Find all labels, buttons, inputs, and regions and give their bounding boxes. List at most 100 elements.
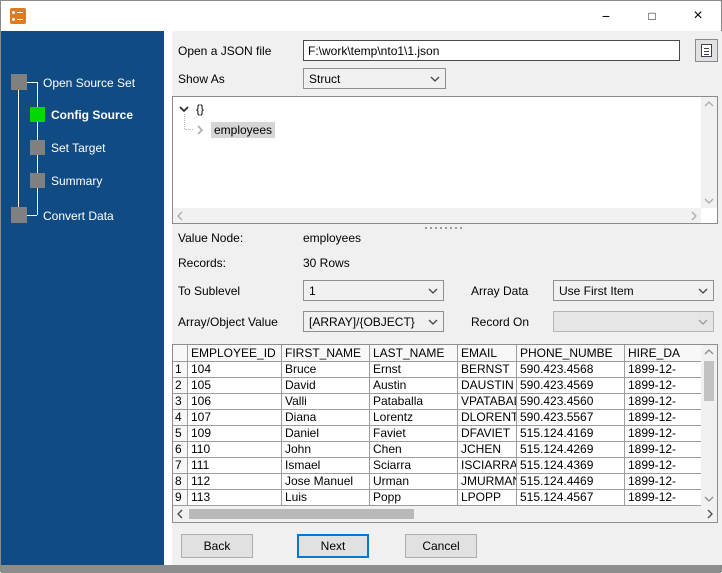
sidebar-step-convert-data: Convert Data bbox=[43, 209, 114, 223]
next-button[interactable]: Next bbox=[297, 534, 369, 558]
step-connector-bottom bbox=[27, 215, 37, 216]
row-number: 4 bbox=[173, 410, 188, 426]
table-cell: LPOPP bbox=[458, 490, 517, 506]
record-on-select[interactable] bbox=[553, 311, 714, 332]
table-cell: Luis bbox=[282, 490, 370, 506]
column-header[interactable]: HIRE_DA bbox=[625, 345, 701, 362]
row-number: 8 bbox=[173, 474, 188, 490]
scrollbar-thumb[interactable] bbox=[189, 509, 414, 519]
chevron-down-icon bbox=[698, 288, 708, 294]
table-cell: 590.423.4568 bbox=[517, 362, 625, 378]
scroll-right-icon[interactable] bbox=[691, 211, 697, 221]
scroll-right-icon[interactable] bbox=[707, 509, 713, 519]
table-cell: ISCIARRA bbox=[458, 458, 517, 474]
step-connector-vertical-outer bbox=[18, 90, 19, 207]
scroll-up-icon[interactable] bbox=[704, 101, 714, 107]
splitter-handle[interactable] bbox=[425, 227, 463, 230]
maximize-button[interactable]: □ bbox=[629, 1, 675, 31]
table-cell: 1899-12- bbox=[625, 410, 701, 426]
table-body: 1 104 Bruce Ernst BERNST 590.423.4568 1899-12-… bbox=[173, 362, 701, 506]
cancel-button[interactable]: Cancel bbox=[405, 534, 477, 558]
browse-button[interactable] bbox=[695, 39, 718, 62]
to-sublevel-select[interactable]: 1 bbox=[303, 280, 444, 301]
table-cell: DLORENTZ bbox=[458, 410, 517, 426]
tree-node-employees[interactable]: employees bbox=[197, 122, 276, 138]
sidebar-step-config-source: Config Source bbox=[51, 108, 134, 122]
table-cell: 515.124.4169 bbox=[517, 426, 625, 442]
scroll-left-icon[interactable] bbox=[177, 211, 183, 221]
tree-connector-horizontal bbox=[185, 129, 193, 130]
scrollbar-thumb[interactable] bbox=[704, 361, 714, 401]
table-row[interactable]: 2 105 David Austin DAUSTIN 590.423.4569 1899-1… bbox=[173, 378, 701, 394]
to-sublevel-label: To Sublevel bbox=[178, 284, 241, 298]
tree-vertical-scrollbar[interactable] bbox=[701, 97, 717, 208]
scroll-down-icon[interactable] bbox=[704, 198, 714, 204]
table-row[interactable]: 6 110 John Chen JCHEN 515.124.4269 1899-12- bbox=[173, 442, 701, 458]
table-cell: DFAVIET bbox=[458, 426, 517, 442]
table-cell: 590.423.4569 bbox=[517, 378, 625, 394]
table-row[interactable]: 3 106 Valli Pataballa VPATABAL 590.423.4560 18… bbox=[173, 394, 701, 410]
table-row[interactable]: 8 112 Jose Manuel Urman JMURMAN 515.124.4469 1… bbox=[173, 474, 701, 490]
table-cell: 111 bbox=[188, 458, 282, 474]
array-data-value: Use First Item bbox=[559, 283, 634, 298]
sidebar-step-open-source-set: Open Source Set bbox=[43, 76, 136, 90]
document-icon bbox=[701, 44, 712, 57]
table-cell: 112 bbox=[188, 474, 282, 490]
table-cell: 515.124.4567 bbox=[517, 490, 625, 506]
table-cell: Jose Manuel bbox=[282, 474, 370, 490]
table-cell: Faviet bbox=[370, 426, 458, 442]
data-grid[interactable]: EMPLOYEE_ID FIRST_NAME LAST_NAME EMAIL PHONE… bbox=[172, 344, 718, 523]
step-square-summary bbox=[30, 173, 45, 188]
tree-expander-collapsed-icon[interactable] bbox=[197, 125, 204, 135]
chevron-down-icon bbox=[428, 319, 438, 325]
column-header[interactable]: PHONE_NUMBE bbox=[517, 345, 625, 362]
table-cell: Bruce bbox=[282, 362, 370, 378]
table-row[interactable]: 4107DianaLorentzDLORENTZ590.423.55671899… bbox=[173, 410, 701, 426]
table-header-row: EMPLOYEE_ID FIRST_NAME LAST_NAME EMAIL PHONE… bbox=[173, 345, 701, 362]
table-cell: 105 bbox=[188, 378, 282, 394]
table-row[interactable]: 7 111 Ismael Sciarra ISCIARRA 515.124.4369 189… bbox=[173, 458, 701, 474]
grid-horizontal-scrollbar[interactable] bbox=[173, 506, 717, 522]
column-header[interactable]: EMPLOYEE_ID bbox=[188, 345, 282, 362]
column-header[interactable]: FIRST_NAME bbox=[282, 345, 370, 362]
array-data-label: Array Data bbox=[471, 284, 529, 298]
table-cell: JMURMAN bbox=[458, 474, 517, 490]
back-button[interactable]: Back bbox=[181, 534, 253, 558]
chevron-down-icon bbox=[428, 288, 438, 294]
table-cell: 590.423.4560 bbox=[517, 394, 625, 410]
array-data-select[interactable]: Use First Item bbox=[553, 280, 714, 301]
tree-expander-expanded-icon[interactable] bbox=[179, 105, 189, 113]
table-cell: BERNST bbox=[458, 362, 517, 378]
scroll-down-icon[interactable] bbox=[704, 496, 714, 502]
minimize-button[interactable]: − bbox=[583, 1, 629, 31]
tree-horizontal-scrollbar[interactable] bbox=[173, 208, 701, 223]
column-header[interactable]: EMAIL bbox=[458, 345, 517, 362]
table-cell: Daniel bbox=[282, 426, 370, 442]
scroll-left-icon[interactable] bbox=[177, 509, 183, 519]
column-header[interactable]: LAST_NAME bbox=[370, 345, 458, 362]
table-cell: Chen bbox=[370, 442, 458, 458]
table-cell: VPATABAL bbox=[458, 394, 517, 410]
show-as-select[interactable]: Struct bbox=[303, 68, 446, 89]
row-number: 3 bbox=[173, 394, 188, 410]
scroll-up-icon[interactable] bbox=[704, 349, 714, 355]
table-cell: 515.124.4369 bbox=[517, 458, 625, 474]
array-object-select[interactable]: [ARRAY]/{OBJECT} bbox=[303, 311, 444, 332]
value-node-value: employees bbox=[303, 231, 362, 245]
json-tree[interactable]: {} employees bbox=[172, 96, 718, 224]
close-button[interactable]: × bbox=[675, 1, 721, 31]
file-path-input[interactable] bbox=[303, 40, 680, 61]
table-row[interactable]: 1 104 Bruce Ernst BERNST 590.423.4568 1899-12- bbox=[173, 362, 701, 378]
tree-node-root[interactable]: {} bbox=[179, 102, 204, 116]
table-cell: Sciarra bbox=[370, 458, 458, 474]
titlebar[interactable]: − □ × bbox=[1, 1, 721, 31]
table-cell: 590.423.5567 bbox=[517, 410, 625, 426]
table-row[interactable]: 9 113 Luis Popp LPOPP 515.124.4567 1899-12- bbox=[173, 490, 701, 506]
table-row[interactable]: 5 109 Daniel Faviet DFAVIET 515.124.4169 1899-… bbox=[173, 426, 701, 442]
row-number: 7 bbox=[173, 458, 188, 474]
table-cell: Lorentz bbox=[370, 410, 458, 426]
row-number: 9 bbox=[173, 490, 188, 506]
grid-vertical-scrollbar[interactable] bbox=[701, 345, 717, 506]
table-cell: JCHEN bbox=[458, 442, 517, 458]
step-square-convert-data bbox=[11, 207, 27, 223]
